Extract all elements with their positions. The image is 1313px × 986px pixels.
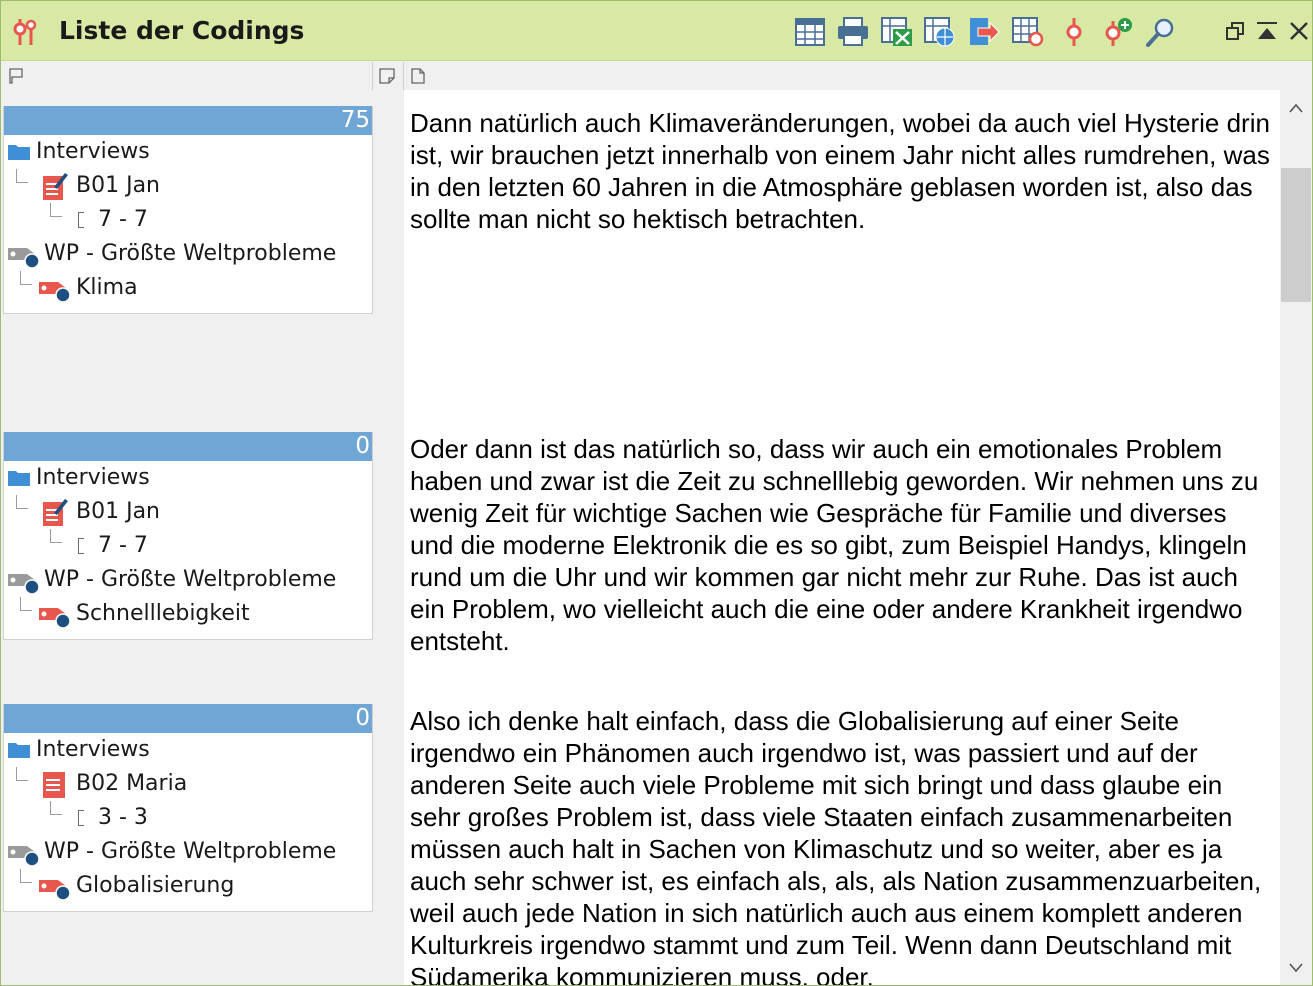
window-title: Liste der Codings [59, 16, 305, 45]
document-icon [43, 772, 65, 798]
tree-row-code[interactable]: Klima [4, 271, 372, 305]
code-label: Globalisierung [76, 873, 235, 898]
parent-code-label: WP - Größte Weltprobleme [44, 839, 337, 864]
coding-weight-bar: 75 [4, 106, 372, 135]
tree-row-group[interactable]: Interviews [4, 733, 372, 767]
tree-row-parent-code[interactable]: WP - Größte Weltprobleme [4, 563, 372, 597]
coding-icon [13, 19, 37, 45]
code-label: Schnelllebigkeit [76, 601, 250, 626]
tree-row-code[interactable]: Schnelllebigkeit [4, 597, 372, 631]
tree-row-range[interactable]: 7 - 7 [4, 203, 372, 237]
parent-code-icon [8, 846, 40, 867]
coding-weight-bar: 0 [4, 432, 372, 461]
coding-info-column: 75 Interviews B01 Jan 7 - 7 WP - Größte … [1, 90, 404, 985]
close-icon[interactable] [1287, 19, 1311, 43]
paragraph-range: 7 - 7 [98, 533, 148, 558]
vertical-scrollbar[interactable] [1280, 90, 1312, 985]
folder-icon [8, 145, 30, 160]
table-view-icon[interactable] [794, 16, 826, 48]
tree-connector [20, 869, 32, 883]
print-icon[interactable] [837, 16, 869, 48]
tree-connector [20, 597, 32, 611]
coding-list-window: Liste der Codings 75 Interviews B01 Jan … [0, 0, 1313, 986]
tree-connector [50, 203, 62, 217]
parent-code-icon [8, 248, 40, 269]
table-sync-icon[interactable] [1012, 16, 1044, 48]
memo-icon[interactable] [379, 68, 395, 84]
tree-row-group[interactable]: Interviews [4, 135, 372, 169]
column-divider[interactable] [372, 62, 373, 90]
tree-row-range[interactable]: 3 - 3 [4, 801, 372, 835]
code-tag-icon [39, 282, 71, 303]
tree-row-parent-code[interactable]: WP - Größte Weltprobleme [4, 237, 372, 271]
coding-weight: 75 [340, 107, 370, 133]
scroll-down-icon[interactable] [1288, 960, 1304, 976]
coding-weight-bar: 0 [4, 704, 372, 733]
coded-segments-column: Dann natürlich auch Klimaveränderungen, … [404, 90, 1280, 985]
tree-connector [16, 767, 28, 781]
parent-code-label: WP - Größte Weltprobleme [44, 241, 337, 266]
group-label: Interviews [36, 139, 150, 164]
tree-row-parent-code[interactable]: WP - Größte Weltprobleme [4, 835, 372, 869]
folder-icon [8, 743, 30, 758]
tree-row-group[interactable]: Interviews [4, 461, 372, 495]
coding-weight: 0 [355, 705, 370, 731]
add-coding-icon[interactable] [1101, 16, 1133, 48]
coded-segment-text[interactable]: Oder dann ist das natürlich so, dass wir… [410, 433, 1276, 657]
flag-icon[interactable] [8, 68, 24, 84]
parent-code-icon [8, 574, 40, 595]
tree-connector [50, 801, 62, 815]
coded-segment-text[interactable]: Also ich denke halt einfach, dass die Gl… [410, 705, 1276, 985]
document-label: B02 Maria [76, 771, 188, 796]
range-bracket-icon [78, 538, 84, 554]
group-label: Interviews [36, 737, 150, 762]
document-edited-icon [43, 499, 68, 526]
tree-row-document[interactable]: B01 Jan [4, 495, 372, 529]
column-header-strip [1, 62, 1312, 90]
paragraph-range: 7 - 7 [98, 207, 148, 232]
coding-card[interactable]: 0 Interviews B02 Maria 3 - 3 WP - Größte… [3, 704, 373, 912]
coding-card[interactable]: 75 Interviews B01 Jan 7 - 7 WP - Größte … [3, 106, 373, 314]
range-bracket-icon [78, 212, 84, 228]
tree-row-document[interactable]: B01 Jan [4, 169, 372, 203]
scrollbar-thumb[interactable] [1281, 168, 1311, 302]
range-bracket-icon [78, 810, 84, 826]
restore-icon[interactable] [1223, 19, 1247, 43]
web-export-icon[interactable] [924, 16, 956, 48]
parent-code-label: WP - Größte Weltprobleme [44, 567, 337, 592]
tree-row-code[interactable]: Globalisierung [4, 869, 372, 903]
tree-row-range[interactable]: 7 - 7 [4, 529, 372, 563]
coding-card[interactable]: 0 Interviews B01 Jan 7 - 7 WP - Größte W… [3, 432, 373, 640]
column-divider[interactable] [403, 62, 404, 90]
document-label: B01 Jan [76, 173, 160, 198]
excel-export-icon[interactable] [881, 16, 913, 48]
coded-segment-text[interactable]: Dann natürlich auch Klimaveränderungen, … [410, 107, 1276, 235]
folder-icon [8, 471, 30, 486]
tree-connector [20, 271, 32, 285]
minimize-icon[interactable] [1255, 19, 1279, 43]
coding-weight: 0 [355, 433, 370, 459]
scroll-up-icon[interactable] [1288, 100, 1304, 116]
document-edited-icon [43, 173, 68, 200]
code-label: Klima [76, 275, 138, 300]
tree-connector [16, 495, 28, 509]
title-bar: Liste der Codings [1, 1, 1312, 61]
tree-row-document[interactable]: B02 Maria [4, 767, 372, 801]
group-label: Interviews [36, 465, 150, 490]
code-tag-icon [39, 608, 71, 629]
tree-connector [50, 529, 62, 543]
document-label: B01 Jan [76, 499, 160, 524]
search-icon[interactable] [1145, 16, 1177, 48]
code-tag-icon [39, 880, 71, 901]
coding-filter-icon[interactable] [1058, 16, 1090, 48]
export-icon[interactable] [968, 16, 1000, 48]
paragraph-range: 3 - 3 [98, 805, 148, 830]
tree-connector [16, 169, 28, 183]
document-icon[interactable] [410, 68, 426, 84]
